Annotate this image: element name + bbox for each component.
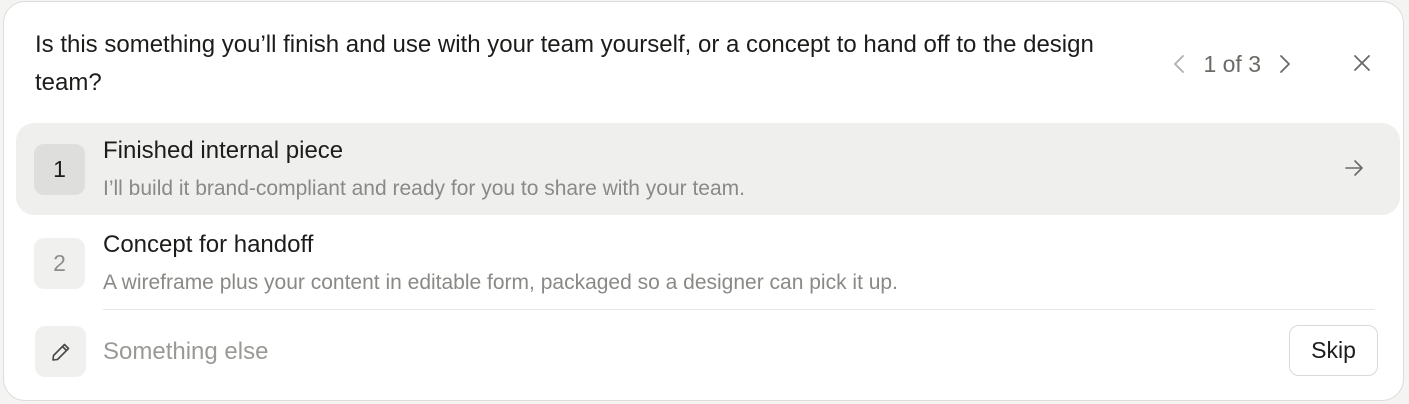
option-description: I’ll build it brand-compliant and ready … [103, 177, 745, 200]
option-title: Finished internal piece [103, 137, 344, 164]
option-title: Concept for handoff [103, 231, 314, 258]
something-else-input[interactable] [103, 332, 1203, 372]
pencil-icon [35, 326, 86, 377]
pager: 1 of 3 [1169, 46, 1295, 82]
option-finished-internal-piece[interactable]: 1 Finished internal piece I’ll build it … [16, 123, 1400, 215]
chevron-right-icon[interactable] [1275, 49, 1295, 79]
question-card: Is this something you’ll finish and use … [3, 1, 1404, 401]
option-concept-for-handoff[interactable]: 2 Concept for handoff A wireframe plus y… [16, 217, 1400, 309]
option-description: A wireframe plus your content in editabl… [103, 271, 898, 294]
option-number: 2 [34, 238, 85, 289]
arrow-right-icon [1345, 160, 1363, 176]
option-number: 1 [34, 144, 85, 195]
question-text: Is this something you’ll finish and use … [35, 31, 1094, 96]
close-icon[interactable] [1347, 48, 1377, 78]
divider [103, 309, 1375, 310]
pager-count: 1 of 3 [1203, 50, 1261, 77]
skip-button[interactable]: Skip [1289, 325, 1378, 376]
chevron-left-icon[interactable] [1169, 49, 1189, 79]
